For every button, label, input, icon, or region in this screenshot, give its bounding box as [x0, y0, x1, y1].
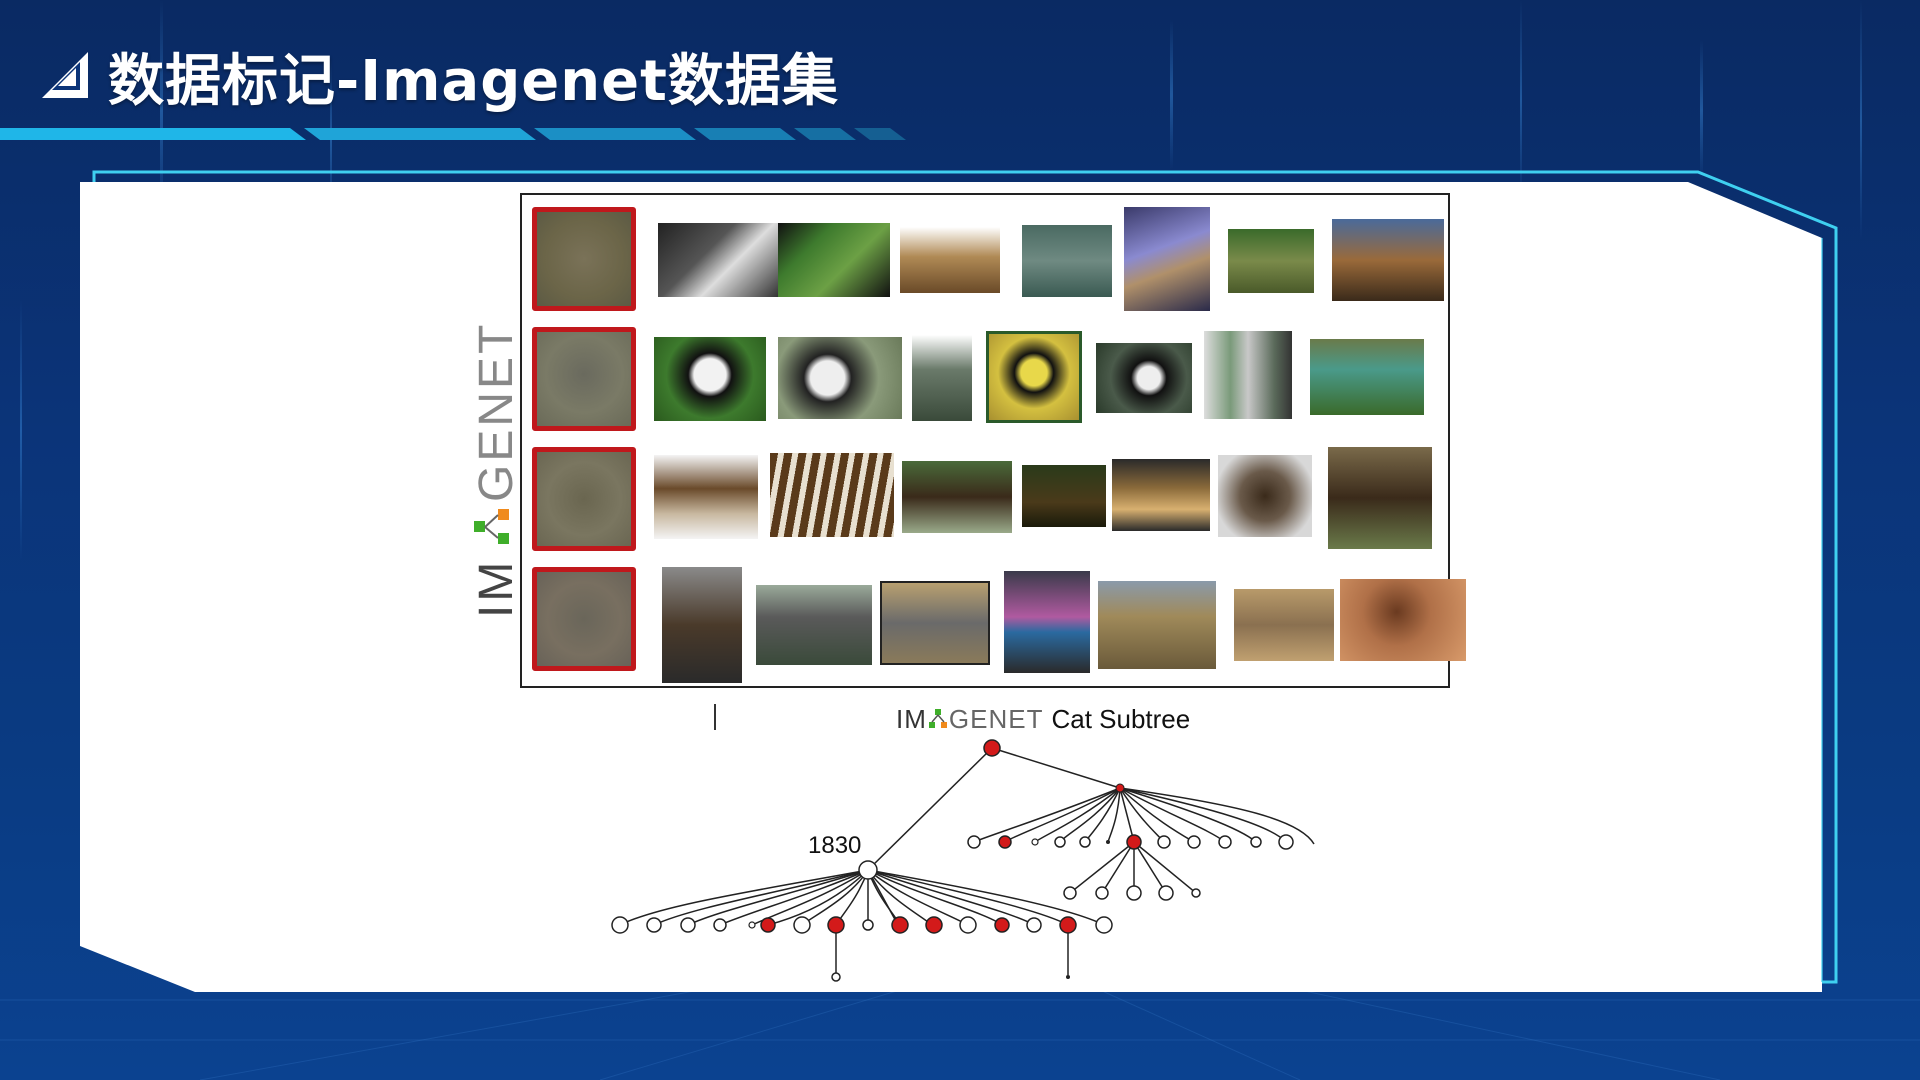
tree-node [1054, 836, 1066, 848]
tree-node [994, 917, 1010, 933]
tree-node [1106, 840, 1110, 844]
tree-node [858, 860, 878, 880]
tree-node [1158, 885, 1174, 901]
tree-node [1063, 886, 1077, 900]
tree-node [998, 835, 1012, 849]
tree-node [748, 921, 756, 929]
slide: 数据标记-Imagenet数据集 IM GENET IM GENET Cat S… [0, 0, 1920, 1080]
tree-node [1059, 916, 1077, 934]
cat-subtree-diagram [611, 739, 1315, 982]
tree-node [967, 835, 981, 849]
tree-node [1191, 888, 1201, 898]
tree-nodes [611, 739, 1294, 982]
tree-node [925, 916, 943, 934]
tree-node [862, 919, 874, 931]
tree-node [1250, 836, 1262, 848]
tree-node [1095, 886, 1109, 900]
tree-node [831, 972, 841, 982]
tree-node [1157, 835, 1171, 849]
tree-node-root [983, 739, 1001, 757]
tree-node [1126, 885, 1142, 901]
tree-node [1031, 838, 1039, 846]
tree-node [680, 917, 696, 933]
tree-node [891, 916, 909, 934]
tree-node [1218, 835, 1232, 849]
tree-node [959, 916, 977, 934]
tree-node [1278, 834, 1294, 850]
tree-node [827, 916, 845, 934]
tree-node [1126, 834, 1142, 850]
tree-node [646, 917, 662, 933]
tree-node [1066, 975, 1070, 979]
tree-edges [619, 747, 1315, 975]
tree-node [1026, 917, 1042, 933]
tree-node [1187, 835, 1201, 849]
tree-node [713, 918, 727, 932]
tree-node [793, 916, 811, 934]
tree-node [760, 917, 776, 933]
tree-node [1115, 783, 1125, 793]
tree-node [611, 916, 629, 934]
tree-node [1095, 916, 1113, 934]
tree-node [1079, 836, 1091, 848]
